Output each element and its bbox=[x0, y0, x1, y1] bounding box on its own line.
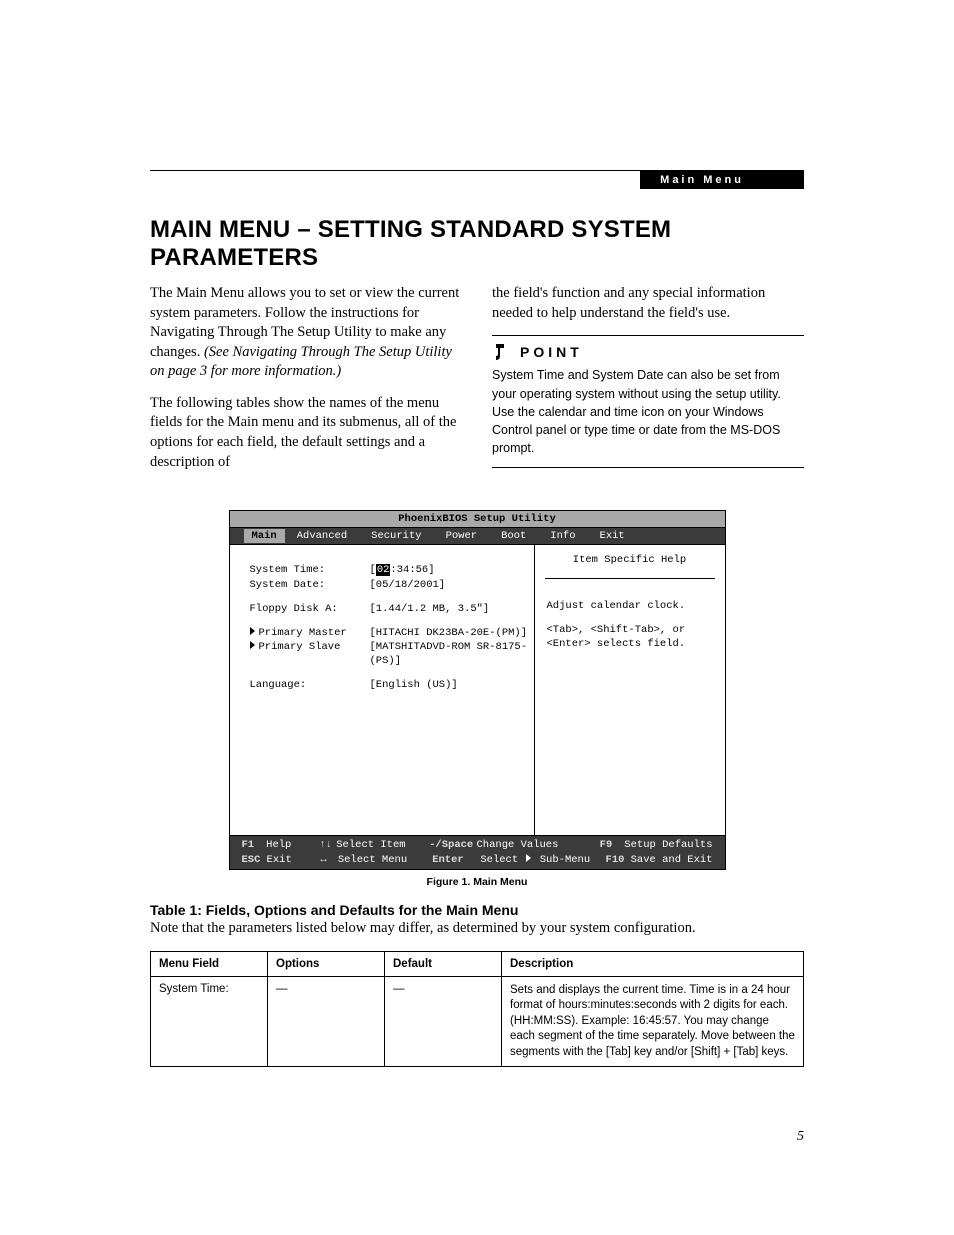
bios-footer: F1Help Select Item -/SpaceChange Values … bbox=[230, 835, 725, 868]
intro-columns: The Main Menu allows you to set or view … bbox=[150, 284, 804, 484]
header-section-tab: Main Menu bbox=[640, 171, 804, 189]
td-default: — bbox=[385, 976, 502, 1067]
bios-primary-master-value: [HITACHI DK23BA-20E-(PM)] bbox=[370, 626, 528, 640]
table-note: Note that the parameters listed below ma… bbox=[150, 920, 804, 937]
bios-menu-bar: Main Advanced Security Power Boot Info E… bbox=[230, 528, 725, 545]
bios-floppy-label: Floppy Disk A: bbox=[250, 602, 370, 616]
key-minus-space: -/Space bbox=[429, 838, 476, 852]
page-number: 5 bbox=[797, 1129, 804, 1145]
bios-language-value[interactable]: [English (US)] bbox=[370, 678, 528, 692]
bios-screenshot: PhoenixBIOS Setup Utility Main Advanced … bbox=[229, 510, 726, 870]
table-row: System Time: — — Sets and displays the c… bbox=[151, 976, 804, 1067]
bios-help-panel: Item Specific Help Adjust calendar clock… bbox=[535, 545, 725, 835]
intro-p2: The following tables show the names of t… bbox=[150, 394, 462, 472]
bios-tab-main[interactable]: Main bbox=[244, 529, 285, 543]
bios-tab-boot[interactable]: Boot bbox=[489, 529, 538, 543]
figure-caption: Figure 1. Main Menu bbox=[150, 876, 804, 888]
footer-exit: Exit bbox=[267, 853, 321, 867]
page-title: MAIN MENU – SETTING STANDARD SYSTEM PARA… bbox=[150, 216, 804, 272]
th-description: Description bbox=[502, 951, 804, 976]
fields-table: Menu Field Options Default Description S… bbox=[150, 951, 804, 1068]
bios-system-date-label: System Date: bbox=[250, 578, 370, 592]
key-f9: F9 bbox=[600, 838, 625, 852]
bios-floppy-value[interactable]: [1.44/1.2 MB, 3.5"] bbox=[370, 602, 528, 616]
footer-help: Help bbox=[266, 838, 319, 852]
footer-select-submenu: Select Sub-Menu bbox=[480, 853, 605, 867]
bios-primary-master-label[interactable]: Primary Master bbox=[250, 626, 370, 640]
footer-change-values: Change Values bbox=[476, 838, 599, 852]
table-title: Table 1: Fields, Options and Defaults fo… bbox=[150, 902, 804, 918]
arrows-leftright-icon bbox=[320, 853, 337, 867]
footer-select-menu: Select Menu bbox=[338, 853, 432, 867]
bios-tab-security[interactable]: Security bbox=[359, 529, 433, 543]
intro-p3: the field's function and any special inf… bbox=[492, 284, 804, 323]
header-rule: Main Menu bbox=[150, 170, 804, 171]
td-menu-field: System Time: bbox=[151, 976, 268, 1067]
bios-system-date-value[interactable]: [05/18/2001] bbox=[370, 578, 528, 592]
footer-select-item: Select Item bbox=[336, 838, 429, 852]
triangle-right-icon bbox=[250, 627, 255, 635]
bios-tab-power[interactable]: Power bbox=[434, 529, 490, 543]
bios-system-time-value[interactable]: [02:34:56] bbox=[370, 563, 528, 577]
bios-primary-slave-label[interactable]: Primary Slave bbox=[250, 640, 370, 668]
bios-main-panel: System Time: [02:34:56] System Date: [05… bbox=[230, 545, 535, 835]
triangle-right-icon bbox=[526, 854, 531, 862]
key-enter: Enter bbox=[432, 853, 480, 867]
td-description: Sets and displays the current time. Time… bbox=[502, 976, 804, 1067]
bios-tab-advanced[interactable]: Advanced bbox=[285, 529, 359, 543]
bios-system-time-label: System Time: bbox=[250, 563, 370, 577]
triangle-right-icon bbox=[250, 641, 255, 649]
point-icon bbox=[492, 342, 512, 362]
bios-help-line1: Adjust calendar clock. bbox=[547, 599, 713, 613]
point-text: System Time and System Date can also be … bbox=[492, 366, 804, 457]
bios-tab-exit[interactable]: Exit bbox=[588, 529, 637, 543]
point-label: POINT bbox=[520, 342, 583, 362]
key-f1: F1 bbox=[242, 838, 267, 852]
td-options: — bbox=[268, 976, 385, 1067]
key-esc: ESC bbox=[242, 853, 267, 867]
key-f10: F10 bbox=[606, 853, 631, 867]
th-options: Options bbox=[268, 951, 385, 976]
footer-save-exit: Save and Exit bbox=[631, 853, 713, 867]
bios-help-line2: <Tab>, <Shift-Tab>, or <Enter> selects f… bbox=[547, 623, 713, 651]
arrows-updown-icon bbox=[319, 838, 336, 852]
point-callout: POINT System Time and System Date can al… bbox=[492, 335, 804, 468]
footer-setup-defaults: Setup Defaults bbox=[624, 838, 712, 852]
bios-title: PhoenixBIOS Setup Utility bbox=[230, 511, 725, 528]
th-default: Default bbox=[385, 951, 502, 976]
bios-language-label: Language: bbox=[250, 678, 370, 692]
bios-help-title: Item Specific Help bbox=[545, 553, 715, 578]
th-menu-field: Menu Field bbox=[151, 951, 268, 976]
bios-primary-slave-value: [MATSHITADVD-ROM SR-8175-(PS)] bbox=[370, 640, 528, 668]
bios-tab-info[interactable]: Info bbox=[538, 529, 587, 543]
